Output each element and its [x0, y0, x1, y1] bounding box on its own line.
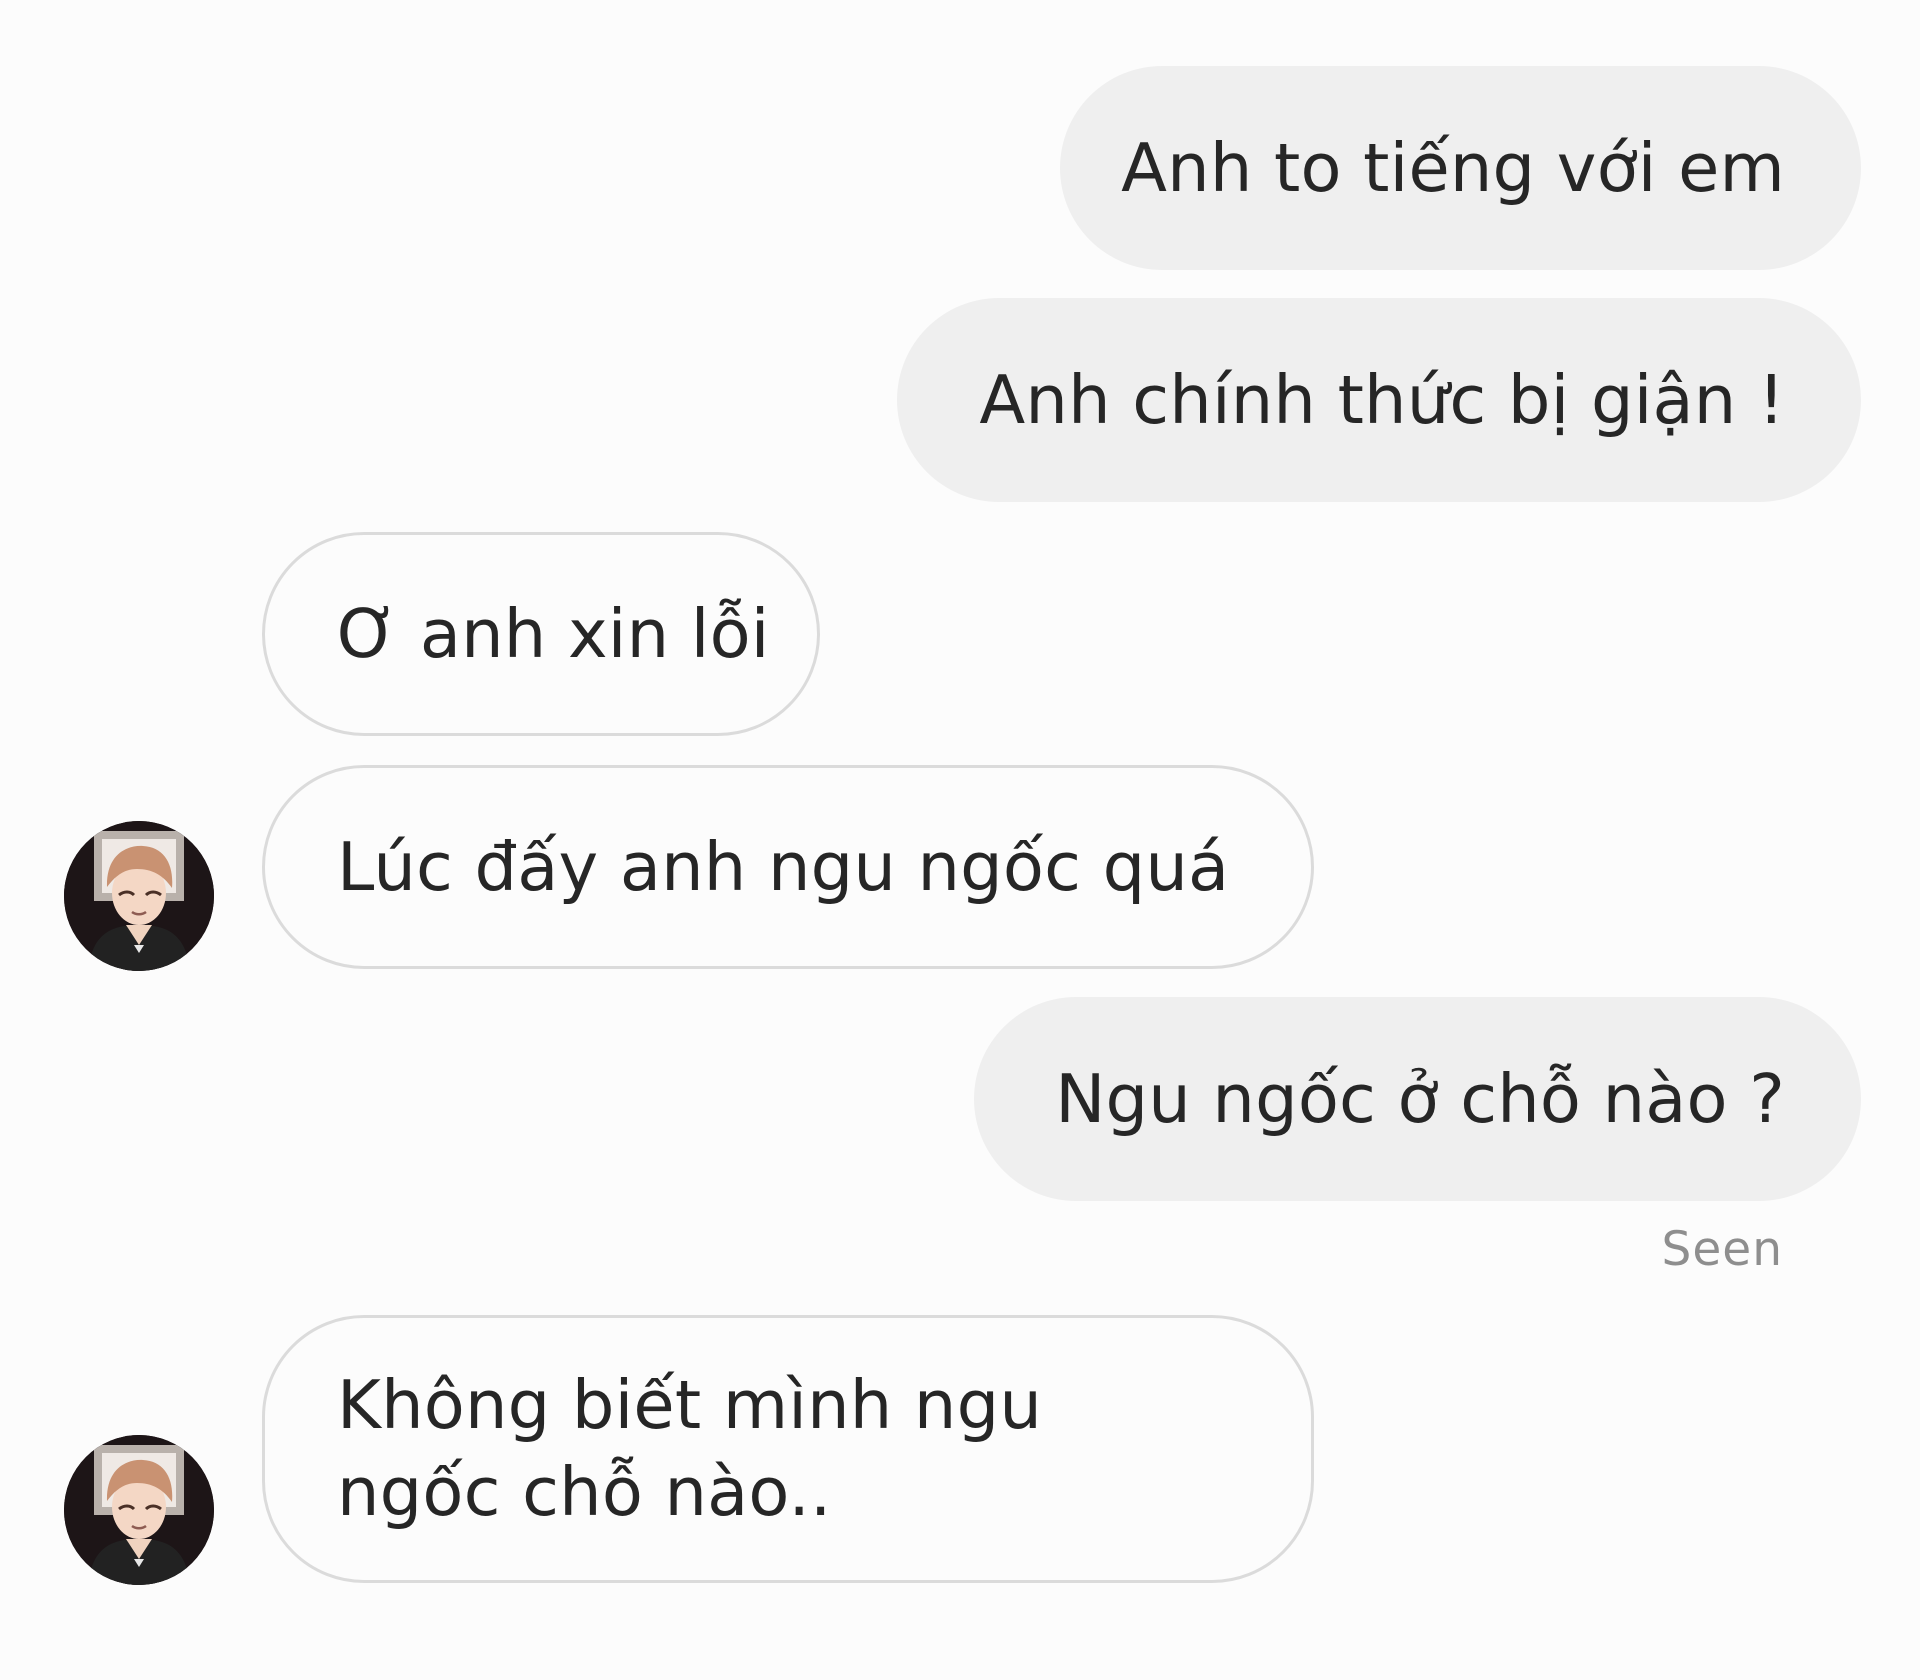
message-text: Lúc đấy anh ngu ngốc quá	[337, 827, 1230, 906]
received-message-bubble[interactable]: Ơ anh xin lỗi	[262, 532, 820, 736]
sent-message-bubble[interactable]: Ngu ngốc ở chỗ nào ?	[974, 997, 1861, 1201]
message-thread: Anh to tiếng với em Anh chính thức bị gi…	[0, 0, 1920, 1680]
message-text: Ngu ngốc ở chỗ nào ?	[1055, 1059, 1785, 1138]
sent-message-bubble[interactable]: Anh to tiếng với em	[1060, 66, 1861, 270]
message-text: Ơ anh xin lỗi	[337, 594, 770, 673]
seen-indicator: Seen	[1661, 1222, 1783, 1277]
contact-avatar-icon[interactable]	[64, 821, 214, 971]
contact-avatar-icon[interactable]	[64, 1435, 214, 1585]
received-message-bubble[interactable]: Không biết mình ngu ngốc chỗ nào..	[262, 1315, 1314, 1583]
message-text: Anh to tiếng với em	[1121, 128, 1785, 207]
message-text: Không biết mình ngu ngốc chỗ nào..	[337, 1366, 1042, 1531]
message-text: Anh chính thức bị giận !	[979, 360, 1785, 439]
received-message-bubble[interactable]: Lúc đấy anh ngu ngốc quá	[262, 765, 1314, 969]
sent-message-bubble[interactable]: Anh chính thức bị giận !	[897, 298, 1861, 502]
